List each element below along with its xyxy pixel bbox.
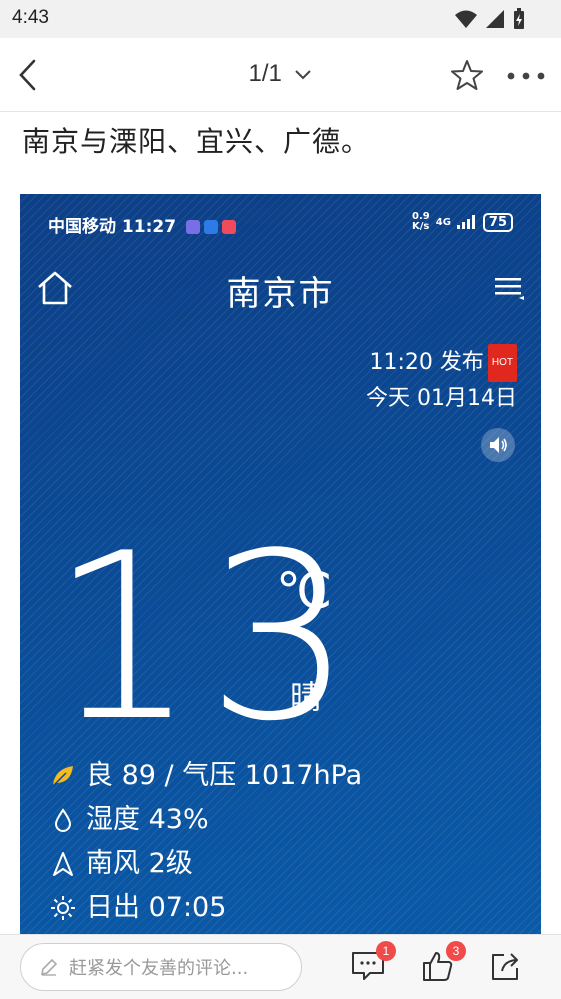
speaker-icon (481, 428, 515, 462)
comment-count-badge: 1 (376, 941, 396, 961)
status-time: 4:43 (12, 7, 49, 28)
page-indicator-label: 1/1 (248, 60, 282, 87)
publish-date: 今天 01月14日 (366, 386, 517, 411)
leaf-icon (52, 766, 73, 787)
net-speed: 0.9 K/s (412, 211, 430, 232)
comment-input[interactable]: 赶紧发个友善的评论... (20, 943, 302, 991)
weather-condition: 晴 (290, 678, 323, 716)
temperature-unit: ℃ (276, 562, 333, 620)
status-icons (455, 8, 525, 30)
star-favorite-icon[interactable] (450, 58, 484, 92)
signal-bars-icon (456, 215, 475, 229)
humidity-text: 湿度 43% (86, 804, 209, 835)
carrier-time: 中国移动 11:27 (48, 217, 177, 237)
publish-info: 11:20 发布 HOT 今天 01月14日 (366, 344, 517, 416)
weather-screenshot-image[interactable]: 中国移动 11:27 0.9 K/s 4G 75 南京市 11:20 发布 HOT… (20, 194, 541, 934)
sun-icon (51, 896, 75, 920)
more-options-icon[interactable] (505, 66, 547, 86)
app-icon-blue (203, 220, 218, 234)
pencil-icon (40, 958, 58, 976)
sunrise-text: 日出 07:05 (86, 892, 227, 923)
battery-icon (514, 8, 524, 29)
comments-button[interactable]: 1 (350, 941, 396, 983)
air-quality-text: 良 89 / 气压 1017hPa (86, 760, 363, 791)
status-bar: 4:43 (0, 0, 561, 38)
wind-row: 南风 2级 (50, 842, 362, 886)
net-type: 4G (435, 216, 451, 228)
city-name: 南京市 (226, 274, 335, 314)
like-button[interactable]: 3 (420, 941, 466, 983)
air-quality-row: 良 89 / 气压 1017hPa (50, 754, 362, 798)
battery-level: 75 (482, 212, 513, 232)
wifi-icon (455, 10, 477, 28)
share-icon (492, 953, 518, 980)
share-button[interactable] (488, 949, 524, 983)
chevron-down-icon (294, 69, 311, 80)
comment-placeholder: 赶紧发个友善的评论... (69, 958, 249, 979)
like-count-badge: 3 (446, 941, 466, 961)
temperature-value: 13 (50, 505, 363, 772)
weather-details: 良 89 / 气压 1017hPa 湿度 43% 南风 2级 日出 07:05 (50, 754, 362, 930)
inner-status-bar: 中国移动 11:27 (48, 212, 236, 237)
bottom-action-bar: 赶紧发个友善的评论... 1 3 (0, 934, 561, 999)
app-icon-red (221, 220, 236, 234)
wind-direction-icon (53, 852, 73, 876)
inner-signal-area: 0.9 K/s 4G 75 (412, 212, 513, 232)
menu-icon (495, 278, 524, 300)
notification-icons (185, 220, 236, 234)
hot-badge: HOT (487, 344, 517, 382)
publish-time: 11:20 发布 (369, 350, 484, 375)
wind-text: 南风 2级 (86, 848, 193, 879)
top-nav-bar: 1/1 (0, 38, 561, 112)
water-drop-icon (54, 808, 72, 832)
app-icon-purple (185, 220, 200, 234)
article-paragraph: 南京与溧阳、宜兴、广德。 (22, 125, 371, 158)
cell-signal-icon (486, 10, 504, 28)
humidity-row: 湿度 43% (50, 798, 362, 842)
sunrise-row: 日出 07:05 (50, 886, 362, 930)
